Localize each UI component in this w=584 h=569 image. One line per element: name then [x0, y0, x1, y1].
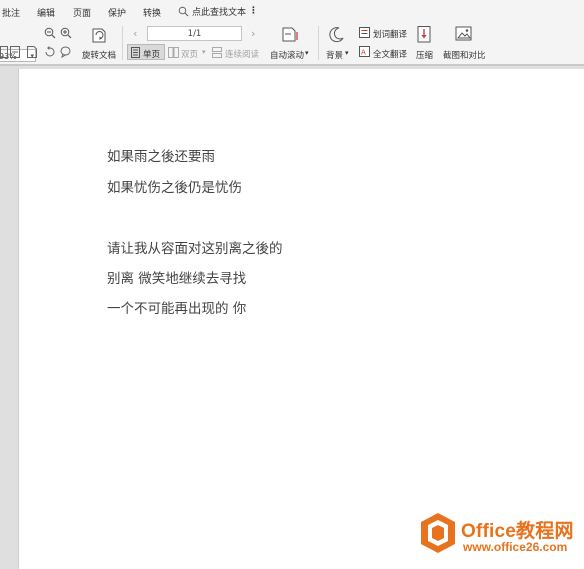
compress-button[interactable]: 压缩: [416, 49, 433, 61]
zoom-in-icon[interactable]: [60, 27, 72, 39]
continuous-read-icon: [212, 47, 222, 58]
menu-page[interactable]: 页面: [73, 6, 91, 19]
screenshot-compare-button[interactable]: 截图和对比: [443, 49, 486, 61]
search-label: 点此查找文本: [192, 7, 247, 18]
screenshot-compare-icon[interactable]: [455, 26, 473, 43]
actual-size-icon[interactable]: [27, 46, 37, 58]
auto-scroll-button[interactable]: 自动滚动: [270, 49, 304, 61]
document-line: 如果忧伤之後仍是忧伤: [107, 180, 242, 196]
rotate-document-label[interactable]: 旋转文档: [82, 49, 116, 61]
menu-edit[interactable]: 编辑: [37, 6, 55, 19]
chevron-down-icon: ▾: [305, 49, 309, 57]
menu-convert[interactable]: 转换: [143, 6, 161, 19]
page-number-input[interactable]: 1/1: [147, 26, 242, 41]
full-translate-button[interactable]: 全文翻译: [373, 48, 407, 60]
continuous-read-button[interactable]: 连续阅读: [225, 48, 259, 60]
svg-text:A: A: [361, 49, 366, 57]
full-translate-icon: A: [359, 46, 370, 57]
zoom-out-icon[interactable]: [44, 27, 56, 39]
find-text-search[interactable]: 点此查找文本 ⋮: [178, 3, 258, 19]
office-logo-icon: [421, 513, 455, 553]
word-translate-icon: [359, 27, 370, 38]
chevron-down-icon: ▾: [345, 49, 349, 57]
document-line: 如果雨之後还要雨: [107, 149, 215, 165]
background-button[interactable]: 背景: [326, 49, 343, 61]
document-page: [19, 69, 584, 569]
document-line: 别离 微笑地继续去寻找: [107, 271, 247, 287]
double-page-icon: [168, 47, 179, 58]
toolbar: 93% ▾ 旋转文档 ‹ 1/1 › 单页 双页 ▾ 连续阅读 自动滚动 ▾ 背…: [0, 22, 584, 64]
menu-bar: 批注 编辑 页面 保护 转换 点此查找文本 ⋮: [0, 0, 584, 22]
moon-icon[interactable]: [328, 26, 345, 43]
single-page-icon: [131, 47, 140, 58]
double-page-button[interactable]: 双页: [181, 48, 198, 60]
menu-protect[interactable]: 保护: [108, 6, 126, 19]
auto-scroll-icon[interactable]: [281, 26, 298, 43]
more-options-icon[interactable]: ⋮: [249, 6, 258, 16]
rotate-left-icon[interactable]: [44, 46, 55, 58]
rotate-document-icon[interactable]: [90, 26, 107, 43]
toolbar-border: [0, 64, 584, 66]
watermark-url: www.office26.com: [463, 540, 568, 554]
separator: [122, 26, 123, 60]
chevron-down-icon: ▾: [202, 48, 206, 56]
single-page-button[interactable]: 单页: [143, 48, 160, 60]
document-line: 请让我从容面对这别离之後的: [107, 241, 283, 257]
fit-width-icon[interactable]: [10, 46, 20, 58]
search-icon: [178, 6, 189, 16]
compress-icon[interactable]: [417, 26, 432, 43]
next-page-icon[interactable]: ›: [251, 27, 255, 40]
watermark-name: Office教程网: [461, 521, 574, 542]
prev-page-icon[interactable]: ‹: [133, 27, 137, 40]
menu-annotate[interactable]: 批注: [2, 6, 20, 19]
comment-bubble-icon[interactable]: [60, 46, 71, 58]
document-line: 一个不可能再出现的 你: [107, 301, 247, 317]
page-fit-icon[interactable]: [0, 46, 8, 58]
word-translate-button[interactable]: 划词翻译: [373, 28, 407, 40]
separator: [318, 26, 319, 60]
